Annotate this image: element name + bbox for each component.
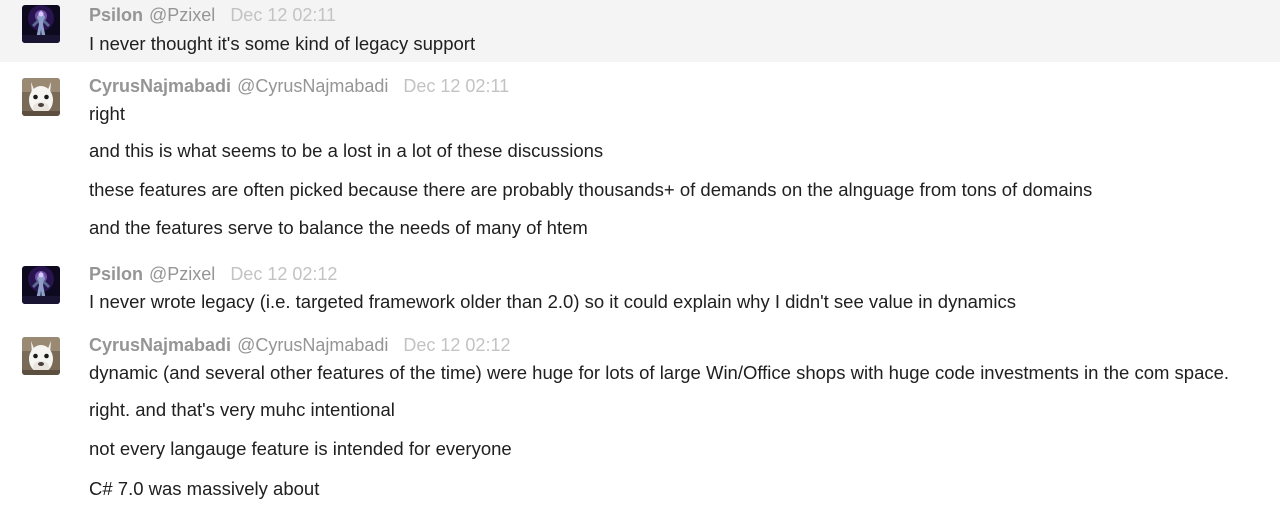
author-name[interactable]: Psilon (89, 264, 143, 284)
message-text: dynamic (and several other features of t… (89, 362, 1230, 383)
white-llama-avatar-icon[interactable] (22, 337, 60, 375)
white-llama-avatar-icon[interactable] (22, 78, 60, 116)
timestamp[interactable]: Dec 12 02:12 (230, 264, 337, 284)
message-text: C# 7.0 was massively about (89, 478, 320, 499)
author-name[interactable]: CyrusNajmabadi (89, 76, 231, 96)
dark-figure-avatar-icon[interactable] (22, 5, 60, 43)
message-group: CyrusNajmabadi @CyrusNajmabadi Dec 12 02:1… (0, 62, 1280, 252)
message-header: CyrusNajmabadi @CyrusNajmabadi Dec 12 02:1… (89, 334, 510, 356)
timestamp[interactable]: Dec 12 02:12 (403, 335, 510, 355)
message-text: right (89, 103, 125, 124)
chat-feed: Psilon @Pzixel Dec 12 02:11 I never though… (0, 0, 1280, 515)
author-name[interactable]: Psilon (89, 5, 143, 25)
message-text: I never wrote legacy (i.e. targeted fram… (89, 291, 1016, 312)
message-text: right. and that's very muhc intentional (89, 399, 395, 420)
timestamp[interactable]: Dec 12 02:11 (403, 76, 509, 96)
message-group: Psilon @Pzixel Dec 12 02:11 I never though… (0, 0, 1280, 62)
author-handle[interactable]: @CyrusNajmabadi (237, 335, 388, 355)
message-text: these features are often picked because … (89, 179, 1093, 200)
message-header: Psilon @Pzixel Dec 12 02:11 (89, 4, 336, 26)
timestamp[interactable]: Dec 12 02:11 (230, 5, 336, 25)
message-text: I never thought it's some kind of legacy… (89, 33, 476, 54)
message-group: Psilon @Pzixel Dec 12 02:12 I never wrote … (0, 252, 1280, 322)
dark-figure-avatar-icon[interactable] (22, 266, 60, 304)
message-group: CyrusNajmabadi @CyrusNajmabadi Dec 12 02:1… (0, 322, 1280, 515)
message-text: and this is what seems to be a lost in a… (89, 140, 604, 161)
author-name[interactable]: CyrusNajmabadi (89, 335, 231, 355)
message-text: and the features serve to balance the ne… (89, 217, 588, 238)
message-header: CyrusNajmabadi @CyrusNajmabadi Dec 12 02:1… (89, 75, 509, 97)
message-text: not every langauge feature is intended f… (89, 438, 512, 459)
author-handle[interactable]: @Pzixel (149, 264, 215, 284)
message-header: Psilon @Pzixel Dec 12 02:12 (89, 263, 337, 285)
author-handle[interactable]: @Pzixel (149, 5, 215, 25)
author-handle[interactable]: @CyrusNajmabadi (237, 76, 388, 96)
